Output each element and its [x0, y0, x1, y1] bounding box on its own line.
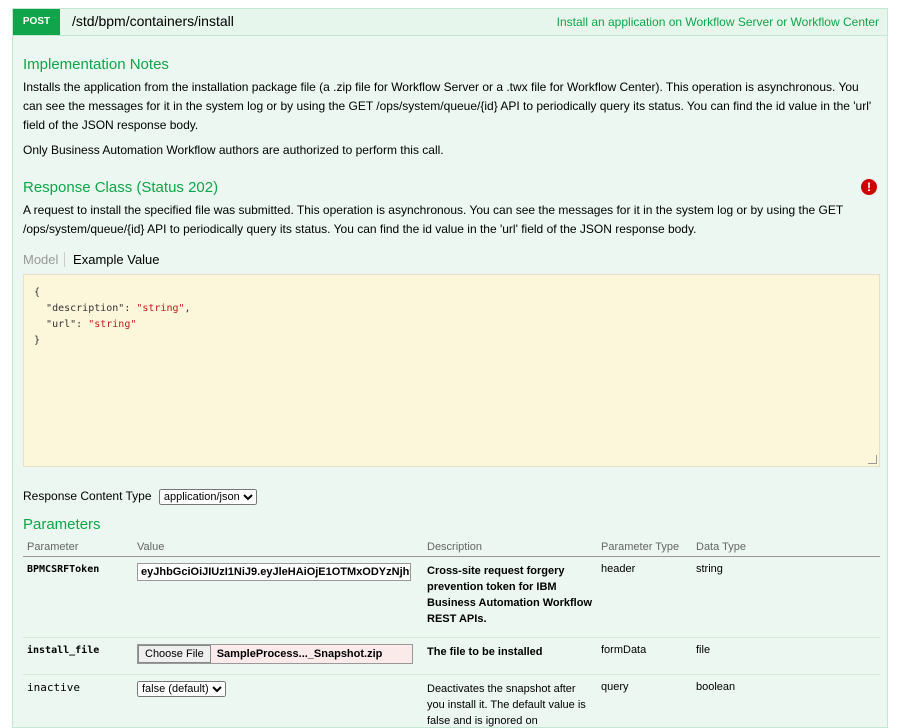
- install-file-input[interactable]: Choose File SampleProcess..._Snapshot.zi…: [137, 644, 413, 664]
- column-header-parameter-type: Parameter Type: [597, 538, 692, 557]
- param-name: BPMCSRFToken: [27, 564, 99, 575]
- parameters-header-row: Parameter Value Description Parameter Ty…: [23, 538, 880, 557]
- tab-model[interactable]: Model: [23, 252, 65, 267]
- operation-heading[interactable]: POST /std/bpm/containers/install Install…: [13, 9, 887, 36]
- json-key-description: "description": [46, 303, 124, 314]
- data-type: boolean: [696, 681, 735, 693]
- error-icon[interactable]: !: [861, 179, 877, 195]
- json-close-brace: }: [34, 335, 40, 346]
- selected-file-name: SampleProcess..._Snapshot.zip: [211, 645, 383, 663]
- example-value-code[interactable]: { "description": "string", "url": "strin…: [23, 274, 880, 467]
- table-row: install_file Choose File SampleProcess..…: [23, 638, 880, 675]
- parameters-title: Parameters: [23, 516, 101, 533]
- data-type: string: [696, 563, 723, 575]
- csrf-token-input[interactable]: eyJhbGciOiJIUzI1NiJ9.eyJleHAiOjE1OTMxODY…: [137, 563, 411, 581]
- implementation-notes-text: Installs the application from the instal…: [23, 78, 878, 135]
- response-class-description: A request to install the specified file …: [23, 201, 878, 239]
- implementation-notes-title: Implementation Notes: [23, 56, 169, 73]
- json-key-url: "url": [46, 319, 76, 330]
- param-description: Deactivates the snapshot after you insta…: [427, 681, 593, 728]
- param-description: The file to be installed: [427, 644, 593, 660]
- endpoint-summary[interactable]: Install an application on Workflow Serve…: [557, 15, 879, 29]
- param-description: Cross-site request forgery prevention to…: [427, 563, 593, 627]
- json-value-description: "string": [136, 303, 184, 314]
- response-content-type: Response Content Type application/json: [23, 489, 257, 505]
- operation-panel: POST /std/bpm/containers/install Install…: [12, 8, 888, 728]
- parameters-table: Parameter Value Description Parameter Ty…: [23, 538, 880, 728]
- param-name: inactive: [27, 681, 80, 694]
- json-open-brace: {: [34, 287, 40, 298]
- data-type: file: [696, 644, 710, 656]
- param-name: install_file: [27, 645, 99, 656]
- resize-handle[interactable]: [868, 455, 877, 464]
- inactive-select[interactable]: false (default): [137, 681, 226, 697]
- tab-example-value[interactable]: Example Value: [69, 252, 159, 267]
- response-class-title: Response Class (Status 202): [23, 179, 218, 196]
- param-type: query: [601, 681, 629, 693]
- authorization-note: Only Business Automation Workflow author…: [23, 141, 878, 160]
- endpoint-path[interactable]: /std/bpm/containers/install: [72, 13, 234, 29]
- table-row: BPMCSRFToken eyJhbGciOiJIUzI1NiJ9.eyJleH…: [23, 557, 880, 638]
- param-type: formData: [601, 644, 646, 656]
- choose-file-button[interactable]: Choose File: [138, 645, 211, 663]
- column-header-parameter: Parameter: [23, 538, 133, 557]
- response-content-type-select[interactable]: application/json: [159, 489, 257, 505]
- response-content-type-label: Response Content Type: [23, 489, 152, 503]
- param-type: header: [601, 563, 635, 575]
- model-tabs: Model Example Value: [23, 252, 160, 267]
- http-method-badge: POST: [13, 9, 60, 35]
- column-header-description: Description: [423, 538, 597, 557]
- json-value-url: "string": [88, 319, 136, 330]
- column-header-value: Value: [133, 538, 423, 557]
- column-header-data-type: Data Type: [692, 538, 880, 557]
